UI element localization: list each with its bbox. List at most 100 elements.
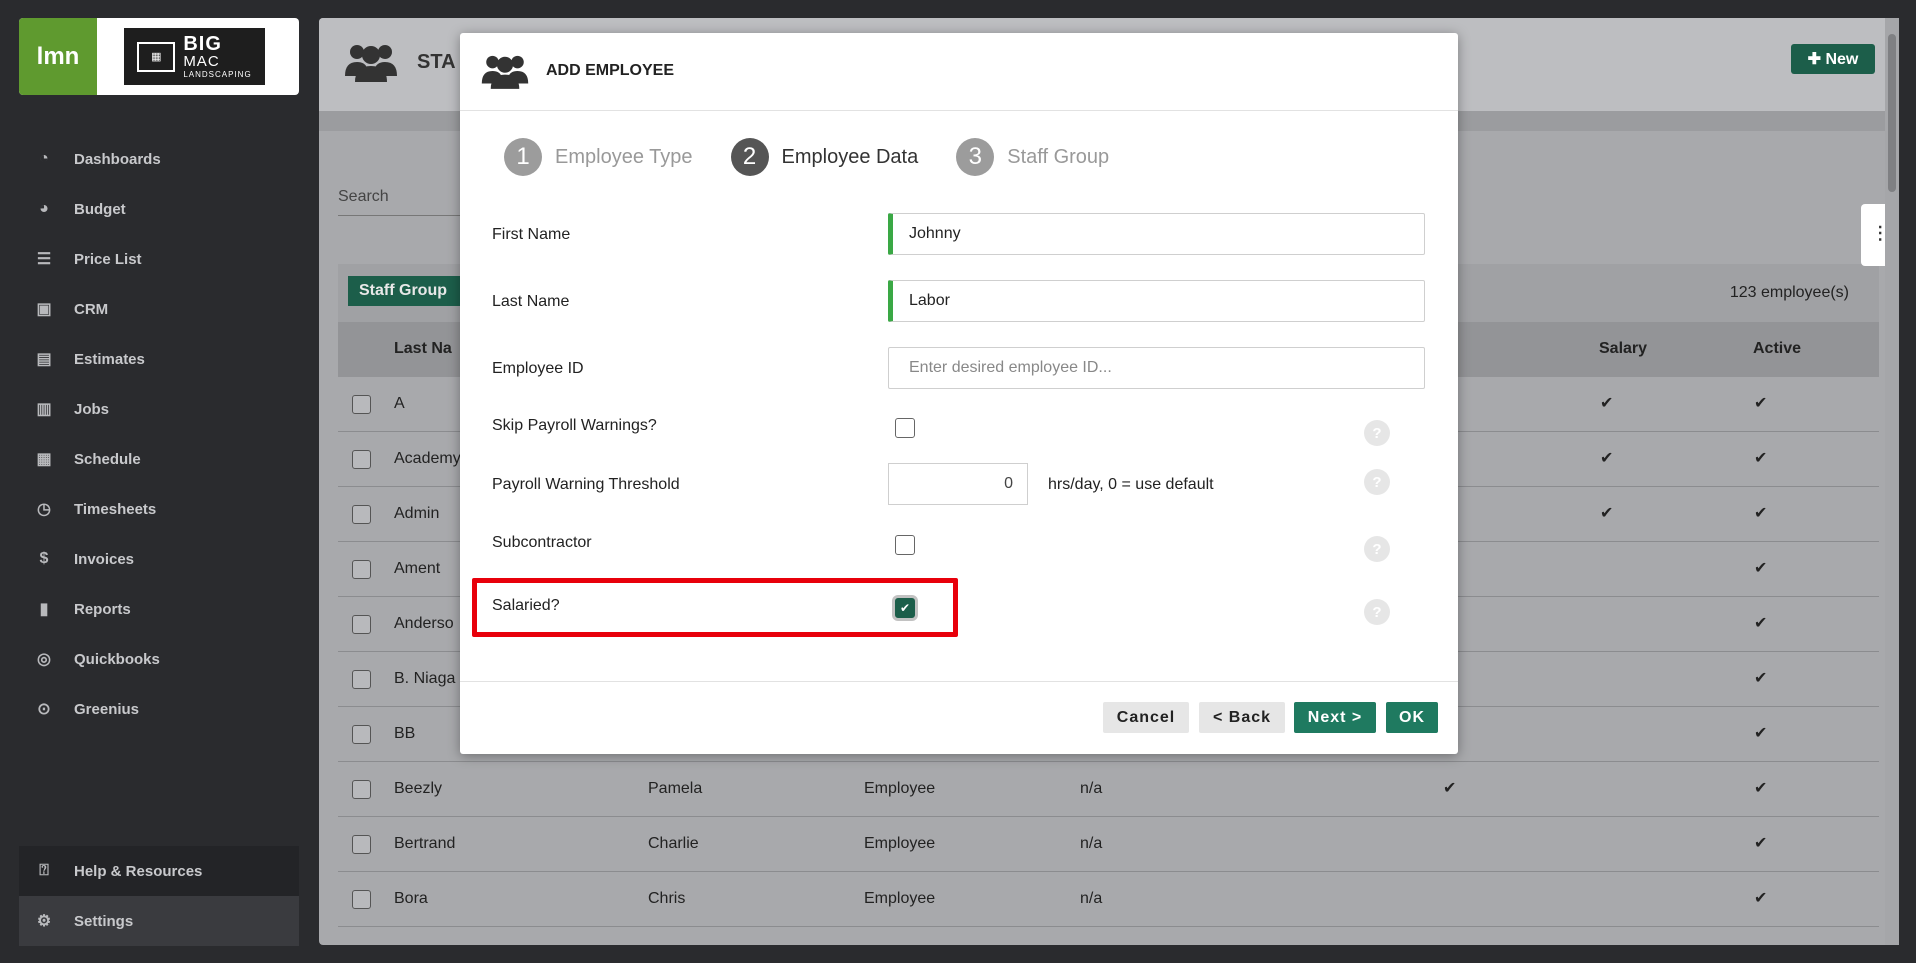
sidebar-item-jobs[interactable]: ▥ Jobs <box>0 384 318 434</box>
row-checkbox[interactable] <box>352 890 371 909</box>
invoice-icon: $ <box>39 550 49 567</box>
cell-first-name: Charlie <box>648 835 699 852</box>
first-name-value: Johnny <box>909 225 961 242</box>
sidebar-item-budget[interactable]: ◕ Budget <box>0 184 318 234</box>
sidebar-item-help[interactable]: ⍰ Help & Resources <box>19 846 299 896</box>
sidebar-item-price-list[interactable]: ☰ Price List <box>0 234 318 284</box>
row-checkbox[interactable] <box>352 450 371 469</box>
table-row[interactable]: Bora Chris Employee n/a ✔ <box>338 872 1879 927</box>
highlight-box <box>472 578 958 637</box>
first-name-field[interactable]: Johnny <box>888 213 1425 255</box>
logo-landscaping-text: LANDSCAPING <box>183 70 252 79</box>
play-circle-icon: ⊙ <box>37 701 51 718</box>
sidebar-item-label: Schedule <box>74 450 141 468</box>
back-button[interactable]: < Back <box>1199 702 1285 733</box>
logo-mac-text: MAC <box>183 53 220 70</box>
help-icon[interactable]: ? <box>1364 536 1390 562</box>
employee-id-field[interactable] <box>888 347 1425 389</box>
threshold-note: hrs/day, 0 = use default <box>1048 476 1214 493</box>
sidebar-item-schedule[interactable]: ▦ Schedule <box>0 434 318 484</box>
active-check-icon: ✔ <box>1754 670 1768 687</box>
subcontractor-label: Subcontractor <box>492 534 592 551</box>
step-number: 1 <box>504 138 542 176</box>
sidebar-item-invoices[interactable]: $ Invoices <box>0 534 318 584</box>
lmn-logo: lmn <box>19 18 97 95</box>
step-employee-data[interactable]: 2 Employee Data <box>730 138 918 176</box>
step-staff-group[interactable]: 3 Staff Group <box>956 138 1109 176</box>
sidebar-item-label: Settings <box>74 912 134 930</box>
sidebar-item-label: Dashboards <box>74 150 161 168</box>
step-employee-type[interactable]: 1 Employee Type <box>504 138 693 176</box>
row-checkbox[interactable] <box>352 670 371 689</box>
sidebar-item-greenius[interactable]: ⊙ Greenius <box>0 684 318 734</box>
sidebar-bottom-nav: ⍰ Help & Resources ⚙ Settings <box>19 846 299 946</box>
skip-payroll-label: Skip Payroll Warnings? <box>492 417 657 434</box>
page-title: STA <box>417 51 456 73</box>
sidebar-item-label: Estimates <box>74 350 145 368</box>
scrollbar-thumb[interactable] <box>1888 34 1896 192</box>
search-placeholder: Search <box>338 188 389 205</box>
ok-button[interactable]: OK <box>1386 702 1438 733</box>
row-checkbox[interactable] <box>352 505 371 524</box>
check-icon: ✔ <box>1443 780 1457 797</box>
sidebar-nav: ◔ Dashboards ◕ Budget ☰ Price List ▣ CRM… <box>0 134 318 734</box>
cell-first-name: Chris <box>648 890 686 907</box>
cell-last-name: Bora <box>394 890 428 907</box>
cell-type: Employee <box>864 890 936 907</box>
sidebar-item-crm[interactable]: ▣ CRM <box>0 284 318 334</box>
report-icon: ▮ <box>39 601 49 618</box>
sidebar-item-estimates[interactable]: ▤ Estimates <box>0 334 318 384</box>
calendar-icon: ▦ <box>36 451 52 468</box>
skip-payroll-checkbox[interactable] <box>895 418 915 438</box>
help-icon: ⍰ <box>39 862 49 879</box>
table-row[interactable]: Beezly Pamela Employee n/a ✔ ✔ <box>338 762 1879 817</box>
employee-id-input[interactable] <box>909 359 1424 377</box>
employee-id-label: Employee ID <box>492 360 584 377</box>
company-logo[interactable]: lmn ▦ BIG MAC LANDSCAPING <box>19 18 299 95</box>
cell-group: n/a <box>1080 890 1103 907</box>
new-button[interactable]: ✚ New <box>1791 44 1875 74</box>
sidebar-item-settings[interactable]: ⚙ Settings <box>19 896 299 946</box>
sidebar-item-reports[interactable]: ▮ Reports <box>0 584 318 634</box>
last-name-field[interactable]: Labor <box>888 280 1425 322</box>
pie-chart-icon: ◕ <box>39 200 49 217</box>
row-checkbox[interactable] <box>352 395 371 414</box>
clock-icon: ◷ <box>37 501 51 518</box>
row-checkbox[interactable] <box>352 780 371 799</box>
sidebar-item-label: Price List <box>74 250 142 268</box>
active-check-icon: ✔ <box>1754 780 1768 797</box>
next-button[interactable]: Next > <box>1294 702 1376 733</box>
subcontractor-checkbox[interactable] <box>895 535 915 555</box>
sidebar-item-dashboards[interactable]: ◔ Dashboards <box>0 134 318 184</box>
row-checkbox[interactable] <box>352 835 371 854</box>
big-mac-mark-icon: ▦ <box>137 41 176 72</box>
column-active[interactable]: Active <box>1753 340 1801 358</box>
cancel-button[interactable]: Cancel <box>1103 702 1189 733</box>
help-icon[interactable]: ? <box>1364 469 1390 495</box>
staff-group-button[interactable]: Staff Group <box>348 276 468 306</box>
row-checkbox[interactable] <box>352 560 371 579</box>
wizard-steps: 1 Employee Type 2 Employee Data 3 Staff … <box>504 138 1147 176</box>
sidebar-item-quickbooks[interactable]: ◎ Quickbooks <box>0 634 318 684</box>
help-icon[interactable]: ? <box>1364 599 1390 625</box>
cell-last-name: Beezly <box>394 780 443 797</box>
sidebar-item-label: Timesheets <box>74 500 157 518</box>
table-row[interactable]: Bertrand Charlie Employee n/a ✔ <box>338 817 1879 872</box>
row-checkbox[interactable] <box>352 725 371 744</box>
logo-big-text: BIG <box>183 33 222 55</box>
active-check-icon: ✔ <box>1754 835 1768 852</box>
threshold-input[interactable]: 0 <box>888 463 1028 505</box>
building-icon: ▥ <box>36 401 52 418</box>
cell-last-name: Bertrand <box>394 835 456 852</box>
sidebar-item-label: CRM <box>74 300 109 318</box>
gauge-icon: ◔ <box>39 150 49 167</box>
page-scrollbar[interactable] <box>1885 18 1899 945</box>
column-salary[interactable]: Salary <box>1599 340 1647 358</box>
cell-type: Employee <box>864 780 936 797</box>
column-last-name[interactable]: Last Na <box>394 340 452 358</box>
sidebar-item-label: Budget <box>74 200 126 218</box>
row-checkbox[interactable] <box>352 615 371 634</box>
people-icon <box>481 55 529 89</box>
sidebar-item-timesheets[interactable]: ◷ Timesheets <box>0 484 318 534</box>
help-icon[interactable]: ? <box>1364 420 1390 446</box>
